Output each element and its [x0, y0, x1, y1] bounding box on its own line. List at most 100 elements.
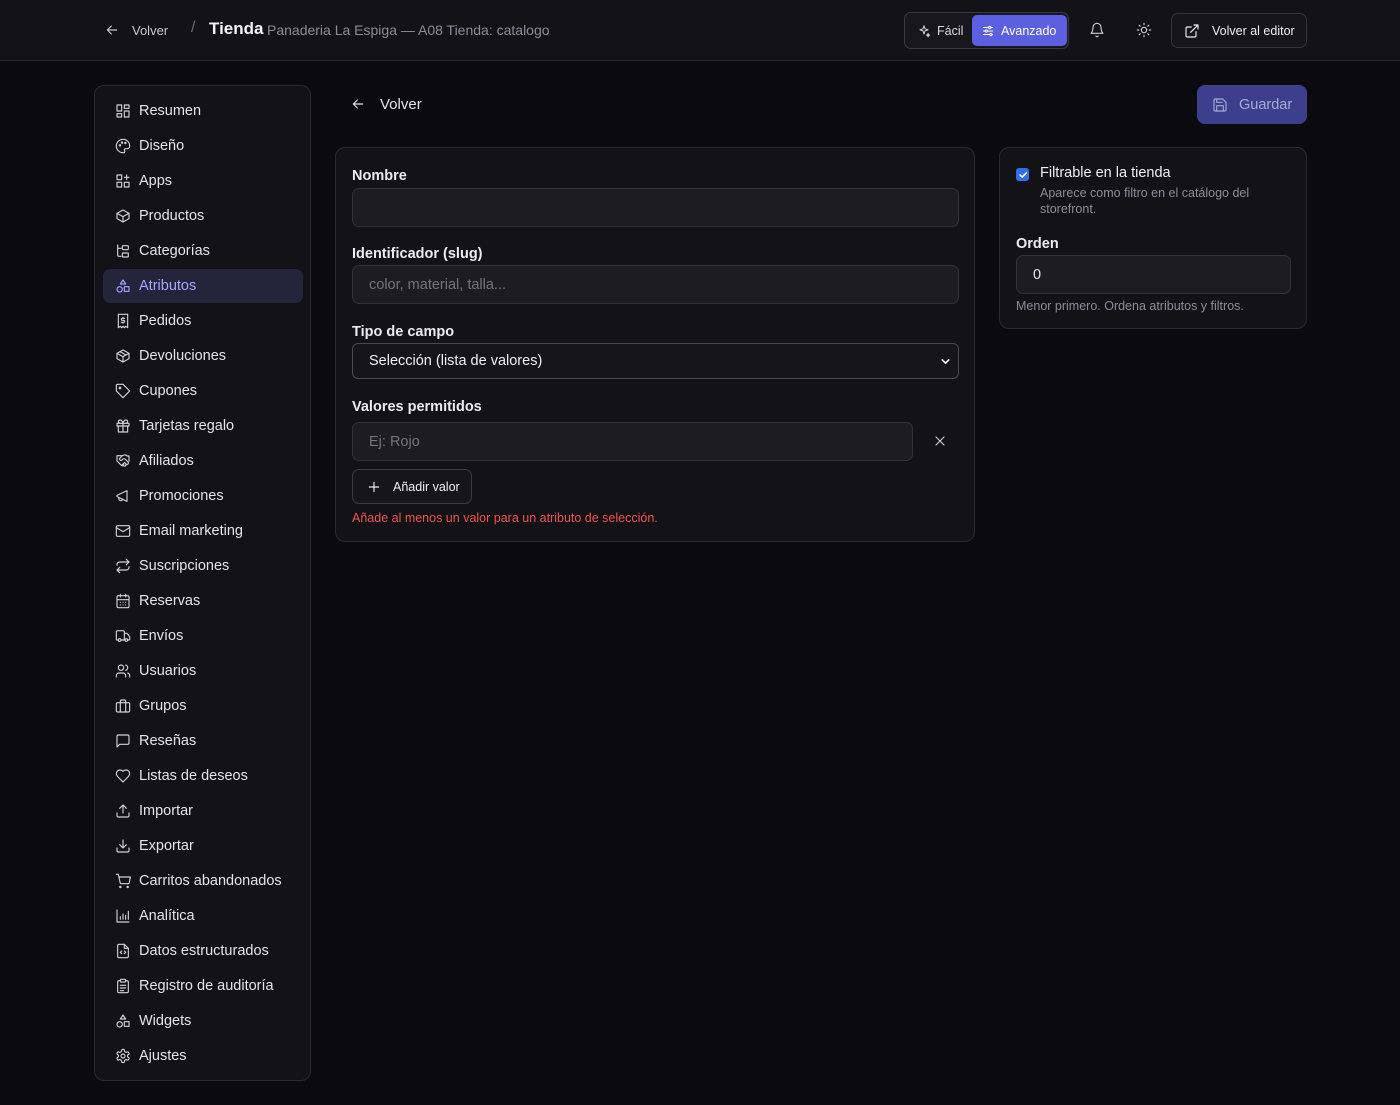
sidebar-item-listas-de-deseos[interactable]: Listas de deseos — [103, 759, 303, 793]
tag-icon — [115, 383, 131, 399]
sidebar-item-reservas[interactable]: Reservas — [103, 584, 303, 618]
arrow-left-icon — [350, 96, 366, 112]
check-icon — [1018, 171, 1027, 178]
sidebar-item-exportar[interactable]: Exportar — [103, 829, 303, 863]
sidebar-item-label: Productos — [139, 208, 205, 224]
sidebar-item-label: Resumen — [139, 103, 202, 119]
sidebar-item-label: Grupos — [139, 698, 187, 714]
order-input[interactable]: 0 — [1016, 255, 1291, 294]
sidebar-item-ajustes[interactable]: Ajustes — [103, 1039, 303, 1073]
plus-icon — [366, 479, 382, 495]
sidebar-item-afiliados[interactable]: Afiliados — [103, 444, 303, 478]
package-icon — [115, 208, 131, 224]
save-icon — [1212, 97, 1228, 113]
file-code-icon — [115, 943, 131, 959]
filterable-help: Aparece como filtro en el catálogo del s… — [1040, 186, 1250, 216]
sidebar-item-label: Afiliados — [139, 453, 194, 469]
sidebar-item-grupos[interactable]: Grupos — [103, 689, 303, 723]
mode-easy-button[interactable]: Fácil — [908, 15, 972, 46]
cart-icon — [115, 873, 131, 889]
sidebar-item-diseno[interactable]: Diseño — [103, 129, 303, 163]
sidebar-item-registro-de-auditoria[interactable]: Registro de auditoría — [103, 969, 303, 1003]
receipt-icon — [115, 313, 131, 329]
calendar-icon — [115, 593, 131, 609]
sidebar-item-label: Diseño — [139, 138, 185, 154]
sidebar-item-label: Devoluciones — [139, 348, 227, 364]
sparkles-icon — [917, 24, 931, 38]
sidebar-item-suscripciones[interactable]: Suscripciones — [103, 549, 303, 583]
attribute-form-card: Nombre Identificador (slug) color, mater… — [335, 147, 975, 542]
sidebar-item-apps[interactable]: Apps — [103, 164, 303, 198]
sidebar-item-label: Reseñas — [139, 733, 197, 749]
sidebar-item-promociones[interactable]: Promociones — [103, 479, 303, 513]
order-label: Orden — [1016, 236, 1059, 252]
users-icon — [115, 663, 131, 679]
sidebar-item-label: Envíos — [139, 628, 184, 644]
sidebar-item-usuarios[interactable]: Usuarios — [103, 654, 303, 688]
sidebar-item-label: Promociones — [139, 488, 224, 504]
remove-value-icon[interactable] — [932, 433, 948, 449]
validation-error: Añade al menos un valor para un atributo… — [352, 511, 658, 525]
heart-icon — [115, 768, 131, 784]
sidebar-item-envios[interactable]: Envíos — [103, 619, 303, 653]
sidebar-item-tarjetas-regalo[interactable]: Tarjetas regalo — [103, 409, 303, 443]
sidebar-item-label: Tarjetas regalo — [139, 418, 235, 434]
bar-chart-icon — [115, 908, 131, 924]
slug-input[interactable]: color, material, talla... — [352, 265, 959, 304]
mode-advanced-label: Avanzado — [1001, 23, 1057, 38]
sidebar-item-label: Email marketing — [139, 523, 243, 539]
sidebar-item-label: Pedidos — [139, 313, 192, 329]
sidebar-item-productos[interactable]: Productos — [103, 199, 303, 233]
page-title: Tienda — [209, 19, 264, 38]
sidebar-item-pedidos[interactable]: Pedidos — [103, 304, 303, 338]
tree-icon — [115, 243, 131, 259]
save-button[interactable]: Guardar — [1197, 85, 1307, 124]
sidebar-item-atributos[interactable]: Atributos — [103, 269, 303, 303]
gear-icon — [115, 1048, 131, 1064]
sidebar-item-cupones[interactable]: Cupones — [103, 374, 303, 408]
sidebar-item-label: Importar — [139, 803, 193, 819]
main-back-label: Volver — [380, 95, 422, 113]
mode-advanced-button[interactable]: Avanzado — [972, 15, 1067, 46]
sidebar-item-label: Reservas — [139, 593, 201, 609]
sidebar-item-analitica[interactable]: Analítica — [103, 899, 303, 933]
add-value-button[interactable]: Añadir valor — [352, 469, 472, 504]
main-back-link[interactable]: Volver — [350, 93, 422, 115]
download-icon — [115, 838, 131, 854]
apps-icon — [115, 173, 131, 189]
name-label: Nombre — [352, 168, 407, 184]
field-type-select[interactable]: Selección (lista de valores) — [352, 343, 959, 379]
widgets-icon — [115, 1013, 131, 1029]
sun-icon — [1136, 22, 1152, 38]
theme-toggle-button[interactable] — [1133, 19, 1155, 41]
sidebar-item-email-marketing[interactable]: Email marketing — [103, 514, 303, 548]
name-input[interactable] — [352, 188, 959, 227]
sidebar-item-label: Registro de auditoría — [139, 978, 274, 994]
notifications-button[interactable] — [1086, 19, 1108, 41]
sidebar-item-categorias[interactable]: Categorías — [103, 234, 303, 268]
upload-icon — [115, 803, 131, 819]
sidebar-item-importar[interactable]: Importar — [103, 794, 303, 828]
mode-easy-label: Fácil — [937, 23, 964, 38]
sidebar-item-devoluciones[interactable]: Devoluciones — [103, 339, 303, 373]
sidebar-item-label: Atributos — [139, 278, 197, 294]
clipboard-icon — [115, 978, 131, 994]
gift-icon — [115, 418, 131, 434]
sidebar-item-carritos-abandonados[interactable]: Carritos abandonados — [103, 864, 303, 898]
top-bar: Volver / Tienda Panaderia La Espiga — A0… — [0, 0, 1400, 61]
sidebar-item-resenas[interactable]: Reseñas — [103, 724, 303, 758]
allowed-value-input[interactable]: Ej: Rojo — [352, 422, 913, 461]
sidebar-item-label: Datos estructurados — [139, 943, 269, 959]
filterable-checkbox[interactable] — [1016, 168, 1029, 181]
back-to-editor-button[interactable]: Volver al editor — [1171, 13, 1307, 48]
top-back-link[interactable]: Volver — [104, 19, 168, 41]
sidebar-item-widgets[interactable]: Widgets — [103, 1004, 303, 1038]
add-value-label: Añadir valor — [393, 479, 460, 494]
palette-icon — [115, 138, 131, 154]
dashboard-icon — [115, 103, 131, 119]
repeat-icon — [115, 558, 131, 574]
sidebar-item-datos-estructurados[interactable]: Datos estructurados — [103, 934, 303, 968]
sidebar-item-resumen[interactable]: Resumen — [103, 94, 303, 128]
sidebar-item-label: Suscripciones — [139, 558, 230, 574]
handshake-icon — [115, 453, 131, 469]
